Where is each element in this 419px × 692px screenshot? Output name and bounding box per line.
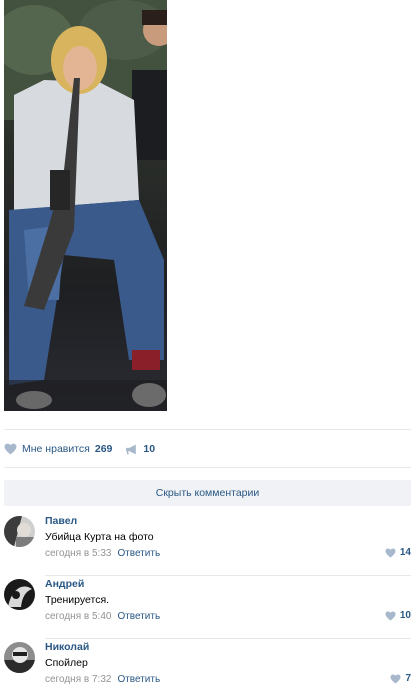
comment-author[interactable]: Павел [45, 515, 77, 527]
comment-meta: сегодня в 7:32 Ответить [45, 674, 160, 685]
share-count: 10 [143, 443, 156, 455]
like-count: 269 [94, 443, 113, 455]
avatar-image [4, 642, 35, 673]
comment: Павел Убийца Курта на фото сегодня в 5:3… [4, 514, 411, 576]
comment-like-count: 7 [405, 673, 411, 684]
divider [45, 575, 411, 576]
heart-icon [385, 610, 396, 621]
like-button[interactable]: Мне нравится 269 [4, 443, 112, 455]
avatar[interactable] [4, 579, 35, 610]
comment-like-count: 14 [399, 547, 411, 558]
avatar[interactable] [4, 642, 35, 673]
avatar[interactable] [4, 516, 35, 547]
comment-time: сегодня в 5:40 [45, 611, 112, 622]
comment-text: Тренируется. [45, 594, 110, 606]
like-label: Мне нравится [22, 443, 90, 455]
comment-text: Спойлер [45, 657, 88, 669]
comment-time: сегодня в 5:33 [45, 548, 112, 559]
comment-time: сегодня в 7:32 [45, 674, 112, 685]
comment-like-button[interactable]: 10 [385, 610, 411, 621]
divider [4, 467, 411, 468]
reply-button[interactable]: Ответить [117, 674, 160, 685]
reply-button[interactable]: Ответить [117, 548, 160, 559]
post-photo[interactable] [4, 0, 167, 411]
avatar-image [4, 516, 35, 547]
avatar-image [4, 579, 35, 610]
comment-like-count: 10 [399, 610, 411, 621]
megaphone-icon [126, 444, 137, 454]
comment-like-button[interactable]: 7 [390, 673, 411, 684]
comment: Андрей Тренируется. сегодня в 5:40 Ответи… [4, 577, 411, 639]
comment-like-button[interactable]: 14 [385, 547, 411, 558]
comment-author[interactable]: Андрей [45, 578, 84, 590]
divider [4, 429, 411, 430]
comment-author[interactable]: Николай [45, 641, 89, 653]
comment: Николай Спойлер сегодня в 7:32 Ответить 7 [4, 640, 411, 692]
heart-icon [385, 547, 396, 558]
post-actions: Мне нравится 269 10 [4, 440, 155, 458]
share-button[interactable]: 10 [125, 443, 155, 455]
post-photo-image [4, 0, 167, 411]
divider [45, 638, 411, 639]
hide-comments-button[interactable]: Скрыть комментарии [4, 480, 411, 506]
comment-meta: сегодня в 5:33 Ответить [45, 548, 160, 559]
comment-text: Убийца Курта на фото [45, 531, 154, 543]
heart-icon [4, 443, 17, 455]
reply-button[interactable]: Ответить [117, 611, 160, 622]
heart-icon [390, 673, 401, 684]
comment-meta: сегодня в 5:40 Ответить [45, 611, 160, 622]
